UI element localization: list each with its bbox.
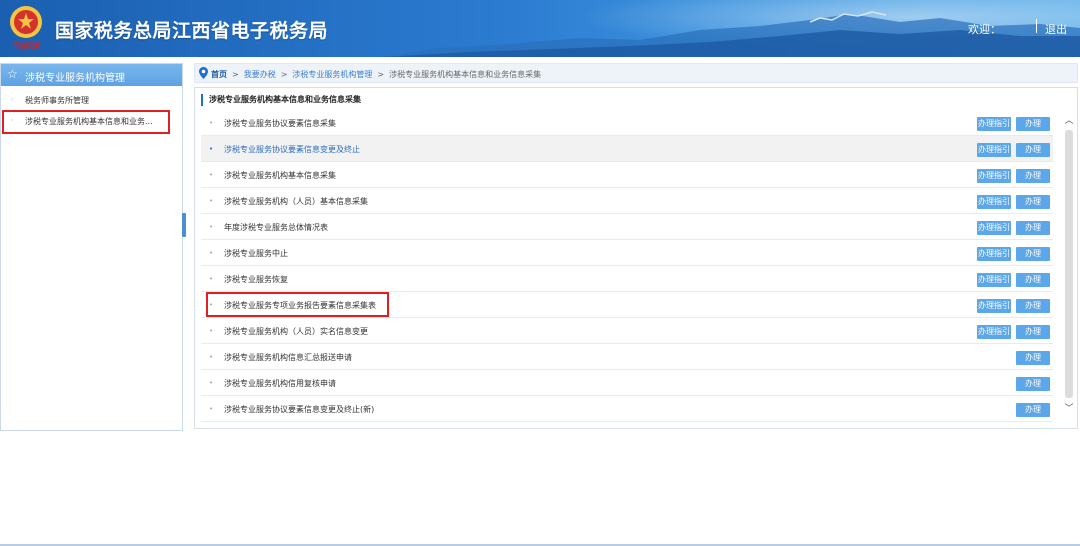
list-item[interactable]: • 年度涉税专业服务总体情况表 办理指引 办理 [201, 214, 1053, 240]
welcome-text: 欢迎： [968, 23, 1001, 36]
scroll-up-icon[interactable]: ︿ [1062, 114, 1076, 128]
guide-button[interactable]: 办理指引 [977, 325, 1011, 339]
guide-button[interactable]: 办理指引 [977, 247, 1011, 261]
list-item-label[interactable]: 涉税专业服务协议要素信息变更及终止 [224, 144, 360, 155]
list-item[interactable]: • 涉税专业服务协议要素信息采集 办理指引 办理 [201, 110, 1053, 136]
handle-button[interactable]: 办理 [1016, 351, 1050, 365]
handle-button[interactable]: 办理 [1016, 377, 1050, 391]
handle-button[interactable]: 办理 [1016, 403, 1050, 417]
logout-link[interactable]: 退出 [1045, 21, 1067, 37]
bullet-icon: • [209, 249, 214, 257]
breadcrumb-agency-management[interactable]: 涉税专业服务机构管理 [292, 70, 372, 79]
emblem-caption: 中国税务 [12, 41, 41, 50]
handle-button[interactable]: 办理 [1016, 195, 1050, 209]
list-item-label[interactable]: 涉税专业服务机构信息汇总报送申请 [224, 352, 352, 363]
scrollbar-thumb[interactable] [1065, 130, 1073, 398]
site-title: 国家税务总局江西省电子税务局 [55, 20, 329, 42]
list-item[interactable]: • 涉税专业服务协议要素信息变更及终止(新) 办理 [201, 396, 1053, 422]
bullet-icon: • [209, 119, 214, 127]
list-item-label[interactable]: 涉税专业服务机构信用复核申请 [224, 378, 336, 389]
bullet-icon: • [209, 353, 214, 361]
list-item-label[interactable]: 涉税专业服务机构（人员）基本信息采集 [224, 196, 368, 207]
bullet-icon: • [209, 197, 214, 205]
bullet-icon: • [209, 171, 214, 179]
sidebar-collapse-handle[interactable] [182, 213, 186, 237]
bullet-icon: • [209, 379, 214, 387]
row-red-highlight-box [206, 292, 389, 317]
bullet-icon: • [209, 145, 214, 153]
handle-button[interactable]: 办理 [1016, 117, 1050, 131]
guide-button[interactable]: 办理指引 [977, 299, 1011, 313]
list-item-label[interactable]: 涉税专业服务中止 [224, 248, 288, 259]
list-item-label[interactable]: 涉税专业服务协议要素信息变更及终止(新) [224, 404, 374, 415]
list-item[interactable]: • 涉税专业服务机构信息汇总报送申请 办理 [201, 344, 1053, 370]
guide-button[interactable]: 办理指引 [977, 169, 1011, 183]
breadcrumb-separator: > [377, 70, 385, 79]
breadcrumb-current: 涉税专业服务机构基本信息和业务信息采集 [389, 70, 542, 79]
list-item-label[interactable]: 涉税专业服务恢复 [224, 274, 288, 285]
handle-button[interactable]: 办理 [1016, 299, 1050, 313]
guide-button[interactable]: 办理指引 [977, 143, 1011, 157]
left-sidebar: ☆ 涉税专业服务机构管理 · 税务师事务所管理 · 涉税专业服务机构基本信息和业… [0, 63, 183, 431]
sidebar-item-label: 税务师事务所管理 [25, 96, 89, 105]
star-icon: ☆ [7, 67, 18, 81]
guide-button[interactable]: 办理指引 [977, 221, 1011, 235]
list-item[interactable]: • 涉税专业服务协议要素信息变更及终止 办理指引 办理 [201, 136, 1053, 162]
sidebar-header[interactable]: ☆ 涉税专业服务机构管理 [1, 64, 182, 86]
breadcrumb-home[interactable]: 首页 [211, 70, 227, 79]
bullet-icon: • [209, 223, 214, 231]
location-pin-icon [199, 67, 208, 79]
breadcrumb: 首页 > 我要办税 > 涉税专业服务机构管理 > 涉税专业服务机构基本信息和业务信息采集 [194, 63, 1078, 83]
bullet-icon: • [209, 275, 214, 283]
handle-button[interactable]: 办理 [1016, 169, 1050, 183]
main-panel: 涉税专业服务机构基本信息和业务信息采集 • 涉税专业服务协议要素信息采集 办理指引办… [194, 87, 1078, 429]
list-item[interactable]: • 涉税专业服务恢复 办理指引 办理 [201, 266, 1053, 292]
bullet-icon: • [209, 327, 214, 335]
breadcrumb-tax-handling[interactable]: 我要办税 [244, 70, 276, 79]
scroll-down-icon[interactable]: ﹀ [1062, 402, 1076, 416]
guide-button[interactable]: 办理指引 [977, 117, 1011, 131]
bullet-icon: • [209, 405, 214, 413]
list-scrollbar[interactable]: ︿ ﹀ [1062, 110, 1076, 418]
handle-button[interactable]: 办理 [1016, 273, 1050, 287]
sidebar-item-tax-agent-office[interactable]: · 税务师事务所管理 [1, 90, 182, 110]
top-banner: 中国税务 国家税务总局江西省电子税务局 欢迎： 退出 [0, 0, 1080, 57]
tax-emblem-icon [10, 6, 42, 38]
guide-button[interactable]: 办理指引 [977, 195, 1011, 209]
bullet-icon: · [11, 95, 14, 104]
list-item-label[interactable]: 涉税专业服务机构（人员）实名信息变更 [224, 326, 368, 337]
breadcrumb-separator: > [280, 70, 288, 79]
list-item[interactable]: • 涉税专业服务机构（人员）基本信息采集 办理指引 办理 [201, 188, 1053, 214]
handle-button[interactable]: 办理 [1016, 143, 1050, 157]
list-item[interactable]: • 涉税专业服务中止 办理指引 办理 [201, 240, 1053, 266]
sidebar-title: 涉税专业服务机构管理 [25, 73, 125, 84]
handle-button[interactable]: 办理 [1016, 325, 1050, 339]
handle-button[interactable]: 办理 [1016, 247, 1050, 261]
list-item-label[interactable]: 年度涉税专业服务总体情况表 [224, 222, 328, 233]
panel-title: 涉税专业服务机构基本信息和业务信息采集 [201, 94, 361, 106]
breadcrumb-separator: > [232, 70, 239, 79]
header-divider [1036, 19, 1037, 33]
list-item-label[interactable]: 涉税专业服务机构基本信息采集 [224, 170, 336, 181]
guide-button[interactable]: 办理指引 [977, 273, 1011, 287]
list-item-label[interactable]: 涉税专业服务协议要素信息采集 [224, 118, 336, 129]
list-item[interactable]: • 涉税专业服务机构信用复核申请 办理 [201, 370, 1053, 396]
handle-button[interactable]: 办理 [1016, 221, 1050, 235]
list-item[interactable]: • 涉税专业服务机构（人员）实名信息变更 办理指引 办理 [201, 318, 1053, 344]
list-item[interactable]: • 涉税专业服务机构基本信息采集 办理指引 办理 [201, 162, 1053, 188]
sidebar-red-highlight-box [2, 110, 170, 134]
